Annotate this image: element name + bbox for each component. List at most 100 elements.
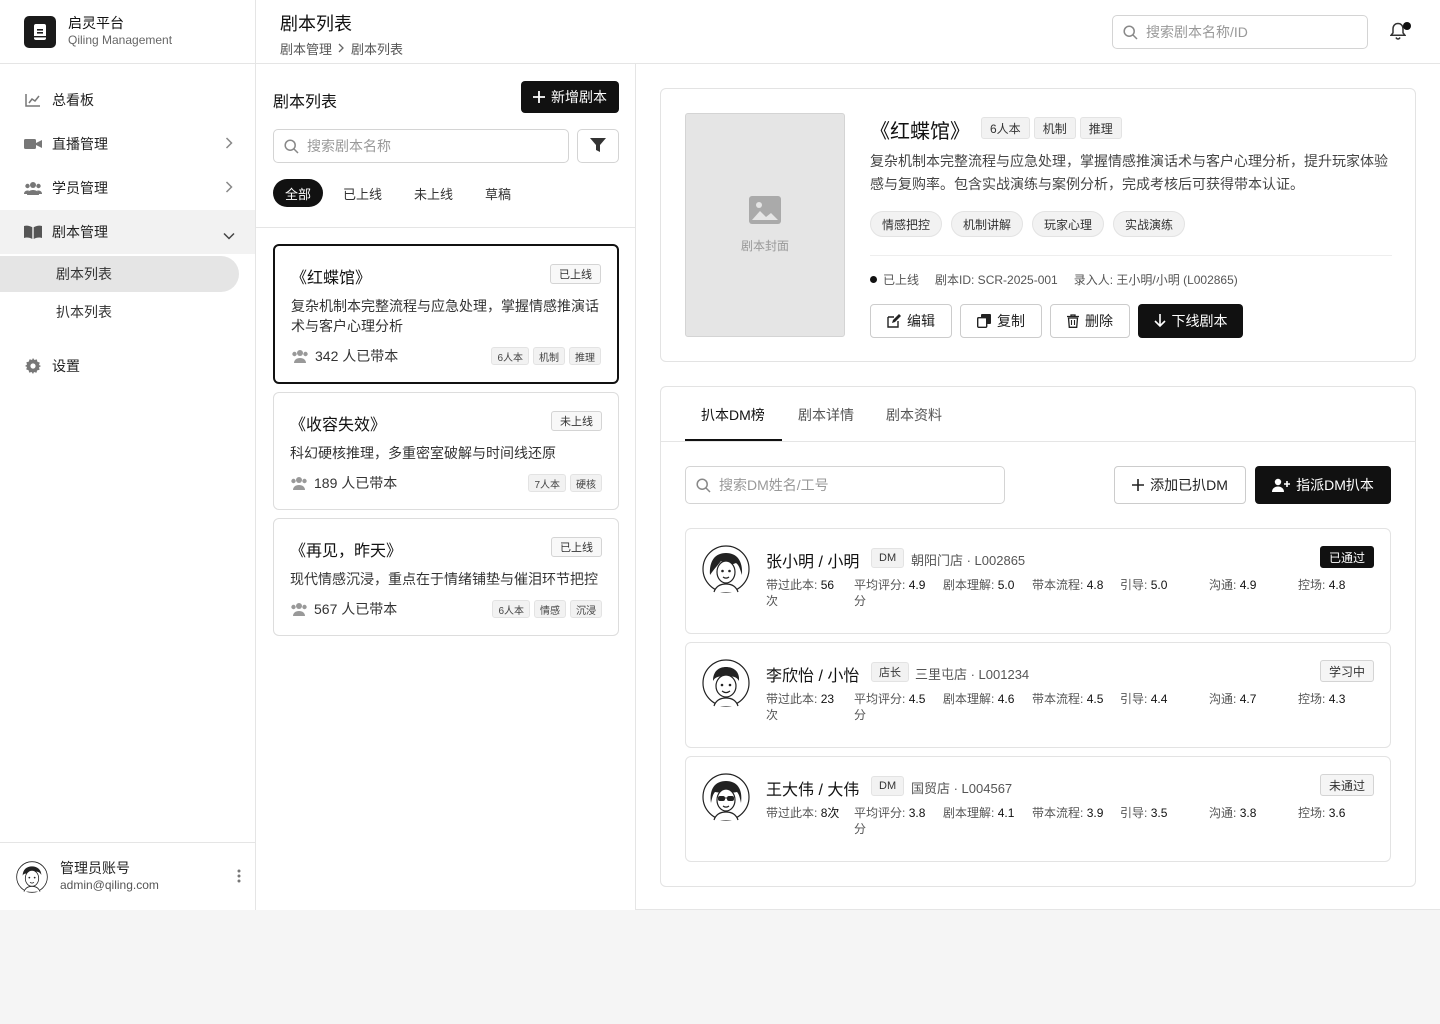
dm-search-input[interactable]: 搜索DM姓名/工号 [685, 466, 1005, 504]
offline-script-button[interactable]: 下线剧本 [1138, 304, 1243, 338]
users-icon [24, 179, 42, 197]
dm-panel: 扒本DM榜 剧本详情 剧本资料 搜索DM姓名/工号 添加已扒DM 指派DM扒本 … [660, 386, 1416, 887]
tab-script-materials[interactable]: 剧本资料 [886, 405, 942, 425]
stat-understanding: 剧本理解: 4.6 [943, 692, 1015, 706]
script-cover[interactable]: 剧本封面 [685, 113, 845, 337]
stat-communication: 沟通: 3.8 [1209, 806, 1257, 820]
tag: 硬核 [570, 474, 602, 492]
run-count: 567 人已带本 [314, 601, 398, 617]
status-badge: 未上线 [551, 411, 602, 431]
nav-item-live[interactable]: 直播管理 [0, 122, 255, 166]
nav-item-settings[interactable]: 设置 [0, 344, 255, 388]
filter-chip-offline[interactable]: 未上线 [398, 179, 469, 207]
new-script-button[interactable]: 新增剧本 [521, 81, 619, 113]
tab-script-details[interactable]: 剧本详情 [798, 405, 854, 425]
nav-label: 直播管理 [52, 136, 108, 152]
chevron-down-icon [223, 227, 235, 243]
cover-label: 剧本封面 [740, 239, 789, 253]
stat-average: 平均评分: 4.5 分 [854, 692, 926, 722]
nav-item-students[interactable]: 学员管理 [0, 166, 255, 210]
search-placeholder: 搜索剧本名称/ID [1146, 24, 1248, 40]
list-title: 剧本列表 [273, 94, 338, 111]
breadcrumb-item[interactable]: 剧本管理 [280, 39, 332, 58]
filter-chip-online[interactable]: 已上线 [327, 179, 398, 207]
tag: 机制 [533, 347, 565, 365]
arrow-down-icon [1153, 314, 1166, 328]
more-vertical-icon[interactable] [237, 869, 241, 886]
edit-icon [887, 314, 901, 328]
tag: 6人本 [491, 347, 529, 365]
status-badge: 学习中 [1319, 660, 1374, 682]
copy-icon [977, 314, 991, 328]
add-dm-button[interactable]: 添加已扒DM [1114, 466, 1246, 504]
avatar [702, 659, 750, 707]
user-name: 管理员账号 [60, 860, 130, 876]
filter-button[interactable] [577, 129, 619, 163]
skill-tag: 情感把控 [870, 211, 943, 237]
brand: 启灵平台 Qiling Management [0, 0, 255, 64]
nav-sub-script-list[interactable]: 剧本列表 [0, 256, 239, 292]
role-badge: 店长 [871, 662, 909, 682]
filter-chip-draft[interactable]: 草稿 [469, 179, 527, 207]
stat-communication: 沟通: 4.7 [1209, 692, 1257, 706]
dm-name: 王大伟 / 大伟 [766, 782, 860, 799]
dm-name: 李欣怡 / 小怡 [766, 668, 860, 685]
tag: 6人本 [492, 600, 530, 618]
dm-row[interactable]: 李欣怡 / 小怡 店长 三里屯店 · L001234 学习中 带过此本: 23 次… [685, 642, 1391, 748]
dm-name: 张小明 / 小明 [766, 554, 860, 571]
tab-dm-ranking[interactable]: 扒本DM榜 [701, 405, 765, 425]
script-card-desc: 复杂机制本完整流程与应急处理，掌握情感推演话术与客户心理分析 [291, 298, 599, 334]
video-camera-icon [24, 135, 42, 153]
copy-button[interactable]: 复制 [960, 304, 1042, 338]
detail-tabs: 扒本DM榜 剧本详情 剧本资料 [661, 387, 1415, 442]
stat-guidance: 引导: 5.0 [1120, 578, 1168, 592]
stat-flow: 带本流程: 4.5 [1032, 692, 1104, 706]
main-nav: 总看板 直播管理 学员管理 剧本管理 剧本列表 扒本列表 设置 [0, 64, 255, 388]
global-search-input[interactable]: 搜索剧本名称/ID [1112, 15, 1368, 49]
script-card-desc: 现代情感沉浸，重点在于情绪铺垫与催泪环节把控 [290, 571, 598, 587]
script-description: 复杂机制本完整流程与应急处理，掌握情感推演话术与客户心理分析，提升玩家体验感与复… [870, 153, 1388, 192]
filter-icon [590, 137, 606, 155]
tag: 7人本 [528, 474, 566, 492]
tag: 推理 [1079, 117, 1122, 139]
tag: 推理 [569, 347, 601, 365]
breadcrumb: 剧本管理 剧本列表 [280, 39, 403, 58]
breadcrumb-item: 剧本列表 [351, 42, 404, 57]
tag: 沉浸 [570, 600, 602, 618]
nav-item-scripts[interactable]: 剧本管理 [0, 210, 255, 254]
notification-dot [1403, 22, 1411, 30]
tag: 情感 [534, 600, 566, 618]
assign-dm-button[interactable]: 指派DM扒本 [1255, 466, 1391, 504]
stat-flow: 带本流程: 3.9 [1032, 806, 1104, 820]
role-badge: DM [871, 776, 905, 796]
script-detail-card: 剧本封面 《红蝶馆》 6人本 机制 推理 复杂机制本完整流程与应急处理，掌握情感… [660, 88, 1416, 362]
trash-icon [1067, 314, 1079, 328]
dm-row[interactable]: 张小明 / 小明 DM 朝阳门店 · L002865 已通过 带过此本: 56 次… [685, 528, 1391, 634]
filter-chip-all[interactable]: 全部 [273, 179, 324, 207]
dm-store: 国贸店 · L004567 [911, 781, 1013, 796]
skill-tag: 机制讲解 [951, 211, 1024, 237]
active-tab-indicator [685, 439, 782, 441]
run-count: 342 人已带本 [315, 348, 399, 364]
edit-button[interactable]: 编辑 [870, 304, 952, 338]
user-profile[interactable]: 管理员账号 admin@qiling.com [0, 842, 255, 910]
script-author: 录入人: 王小明/小明 (L002865) [1073, 273, 1238, 287]
nav-label: 设置 [52, 358, 80, 374]
script-list-panel: 剧本列表 新增剧本 搜索剧本名称 全部 已上线 未上线 草稿 《红蝶馆》 已上线 [256, 64, 636, 910]
script-card[interactable]: 《收容失效》 未上线 科幻硬核推理，多重密室破解与时间线还原 189 人已带本 … [273, 392, 619, 510]
tag: 6人本 [981, 117, 1030, 139]
script-id: 剧本ID: SCR-2025-001 [935, 273, 1058, 287]
chevron-right-icon [338, 41, 345, 56]
script-card[interactable]: 《红蝶馆》 已上线 复杂机制本完整流程与应急处理，掌握情感推演话术与客户心理分析… [273, 244, 619, 384]
script-meta: 已上线 剧本ID: SCR-2025-001 录入人: 王小明/小明 (L002… [870, 271, 1238, 288]
nav-item-dashboard[interactable]: 总看板 [0, 78, 255, 122]
script-card[interactable]: 《再见，昨天》 已上线 现代情感沉浸，重点在于情绪铺垫与催泪环节把控 567 人… [273, 518, 619, 636]
gear-icon [24, 357, 42, 375]
nav-sub-reading-list[interactable]: 扒本列表 [0, 294, 239, 330]
stat-times: 带过此本: 8次 [766, 806, 840, 820]
dm-row[interactable]: 王大伟 / 大伟 DM 国贸店 · L004567 未通过 带过此本: 8次 平… [685, 756, 1391, 862]
stat-average: 平均评分: 4.9 分 [854, 578, 926, 608]
delete-button[interactable]: 删除 [1050, 304, 1130, 338]
top-header: 剧本列表 剧本管理 剧本列表 搜索剧本名称/ID [256, 0, 1440, 64]
script-search-input[interactable]: 搜索剧本名称 [273, 129, 569, 163]
